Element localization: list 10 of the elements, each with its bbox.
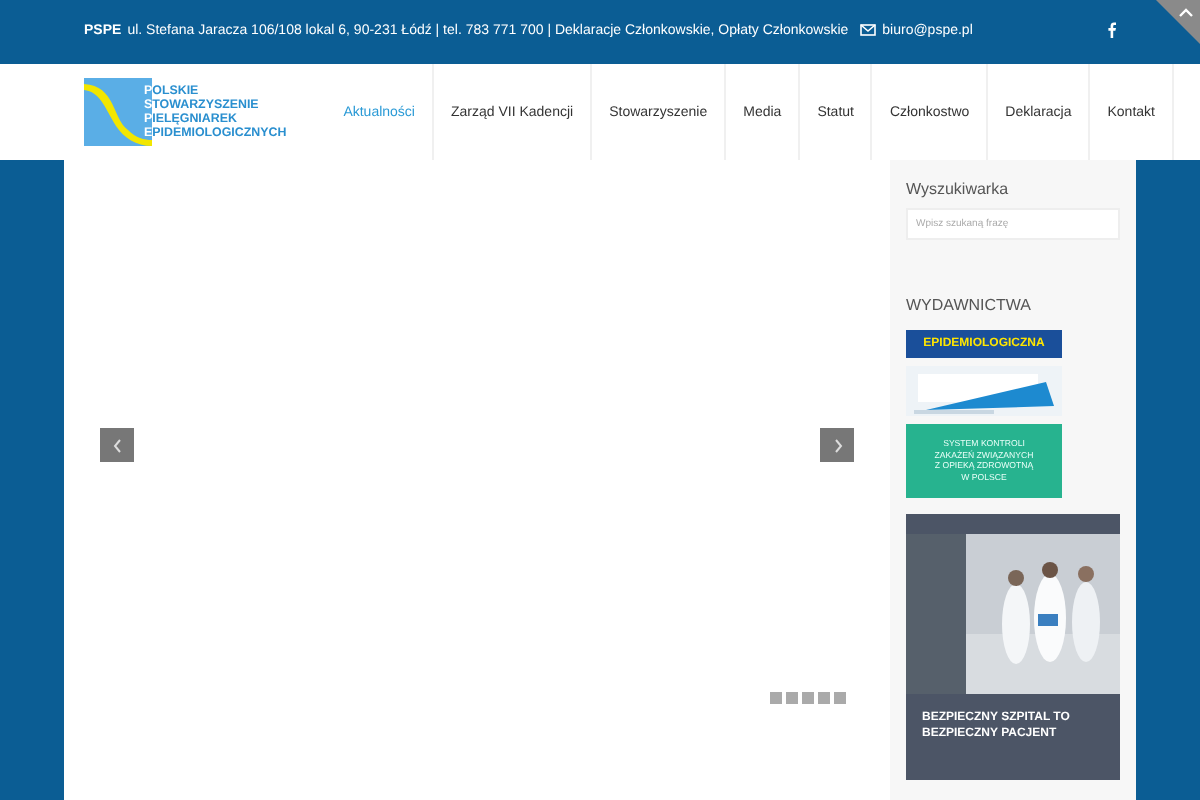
chevron-left-icon [111, 437, 123, 453]
logo-icon [84, 78, 152, 146]
previous-button[interactable] [100, 428, 134, 462]
next-button[interactable] [820, 428, 854, 462]
scroll-top-icon[interactable] [1156, 0, 1200, 44]
widget-title: WYDAWNICTWA [906, 296, 1034, 315]
facebook-icon[interactable] [1108, 22, 1116, 38]
widget-title: Wyszukiwarka [906, 180, 1011, 198]
chevron-right-icon [831, 437, 843, 453]
mail-icon [860, 24, 877, 36]
